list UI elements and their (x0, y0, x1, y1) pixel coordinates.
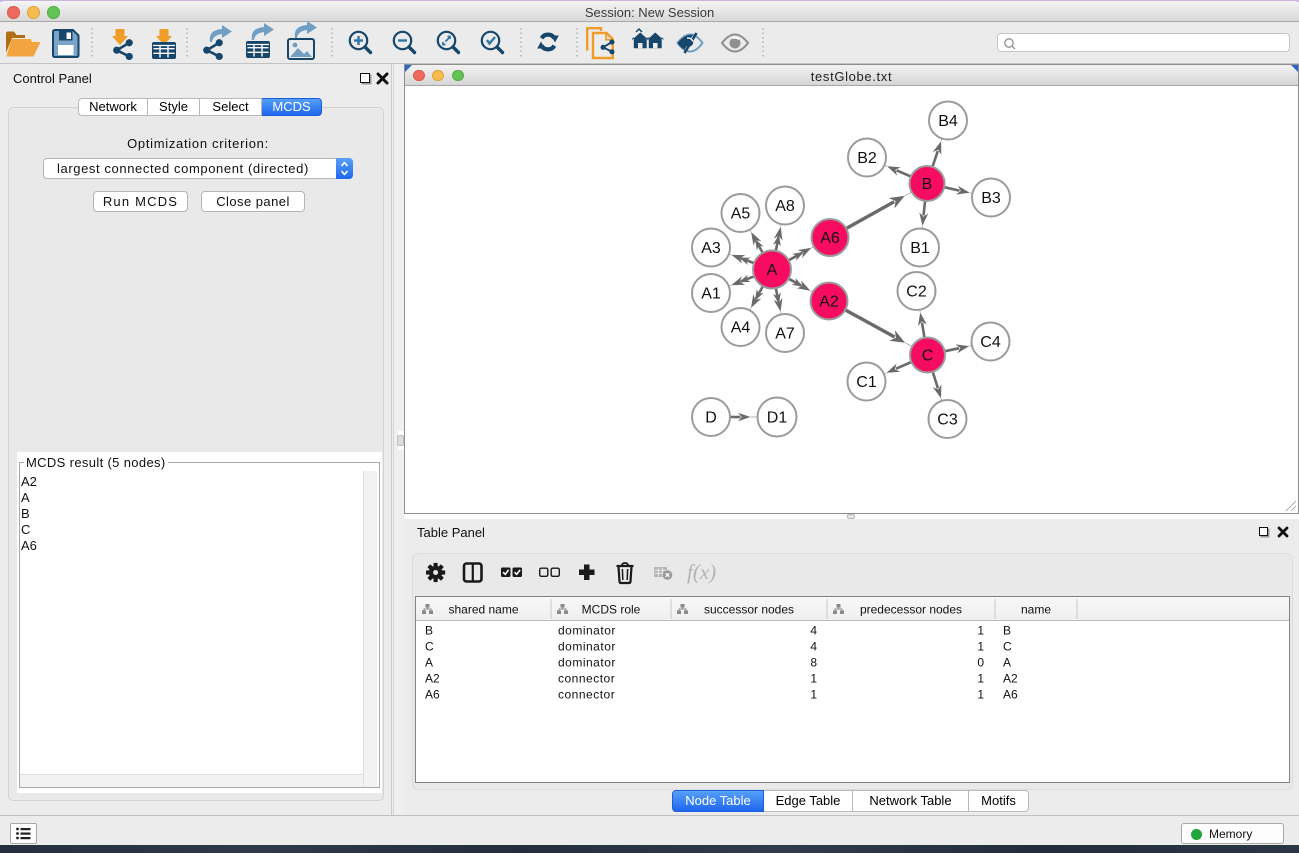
svg-text:A6: A6 (820, 230, 840, 247)
svg-text:1: 1 (810, 672, 817, 686)
svg-text:4: 4 (810, 640, 817, 654)
svg-text:connector: connector (558, 672, 615, 686)
svg-text:C3: C3 (937, 412, 958, 429)
svg-text:B1: B1 (910, 240, 930, 257)
svg-text:C1: C1 (856, 374, 877, 391)
svg-text:B: B (922, 176, 933, 193)
svg-text:A4: A4 (731, 320, 751, 337)
svg-text:C: C (425, 640, 434, 654)
svg-text:A: A (1003, 656, 1011, 670)
svg-text:dominator: dominator (558, 624, 616, 638)
svg-text:shared name: shared name (448, 603, 518, 617)
svg-text:1: 1 (977, 688, 984, 702)
svg-text:predecessor nodes: predecessor nodes (860, 603, 962, 617)
svg-text:B: B (425, 624, 433, 638)
svg-text:1: 1 (977, 640, 984, 654)
svg-text:MCDS role: MCDS role (582, 603, 641, 617)
svg-text:1: 1 (977, 624, 984, 638)
svg-text:0: 0 (977, 656, 984, 670)
svg-text:B: B (1003, 624, 1011, 638)
svg-text:C4: C4 (980, 334, 1001, 351)
svg-text:connector: connector (558, 688, 615, 702)
svg-text:A8: A8 (775, 198, 795, 215)
svg-text:C: C (1003, 640, 1012, 654)
svg-text:1: 1 (810, 688, 817, 702)
svg-text:A: A (767, 262, 778, 279)
svg-text:A2: A2 (425, 672, 440, 686)
svg-text:dominator: dominator (558, 640, 616, 654)
svg-text:f(x): f(x) (687, 560, 716, 584)
svg-text:successor nodes: successor nodes (704, 603, 794, 617)
svg-text:1: 1 (977, 672, 984, 686)
svg-text:A3: A3 (701, 240, 721, 257)
svg-text:D: D (705, 410, 717, 427)
svg-text:name: name (1021, 603, 1051, 617)
svg-text:8: 8 (810, 656, 817, 670)
svg-text:A7: A7 (775, 326, 795, 343)
svg-text:B3: B3 (981, 190, 1001, 207)
svg-text:C: C (922, 348, 934, 365)
svg-text:A5: A5 (731, 206, 751, 223)
svg-text:A2: A2 (1003, 672, 1018, 686)
svg-text:A1: A1 (701, 286, 721, 303)
svg-text:A6: A6 (1003, 688, 1018, 702)
svg-text:A: A (425, 656, 433, 670)
svg-text:C2: C2 (906, 284, 927, 301)
svg-text:A6: A6 (425, 688, 440, 702)
svg-text:B2: B2 (857, 150, 877, 167)
svg-text:dominator: dominator (558, 656, 616, 670)
svg-text:4: 4 (810, 624, 817, 638)
svg-text:A2: A2 (819, 294, 839, 311)
svg-text:D1: D1 (767, 410, 788, 427)
svg-text:B4: B4 (938, 113, 958, 130)
